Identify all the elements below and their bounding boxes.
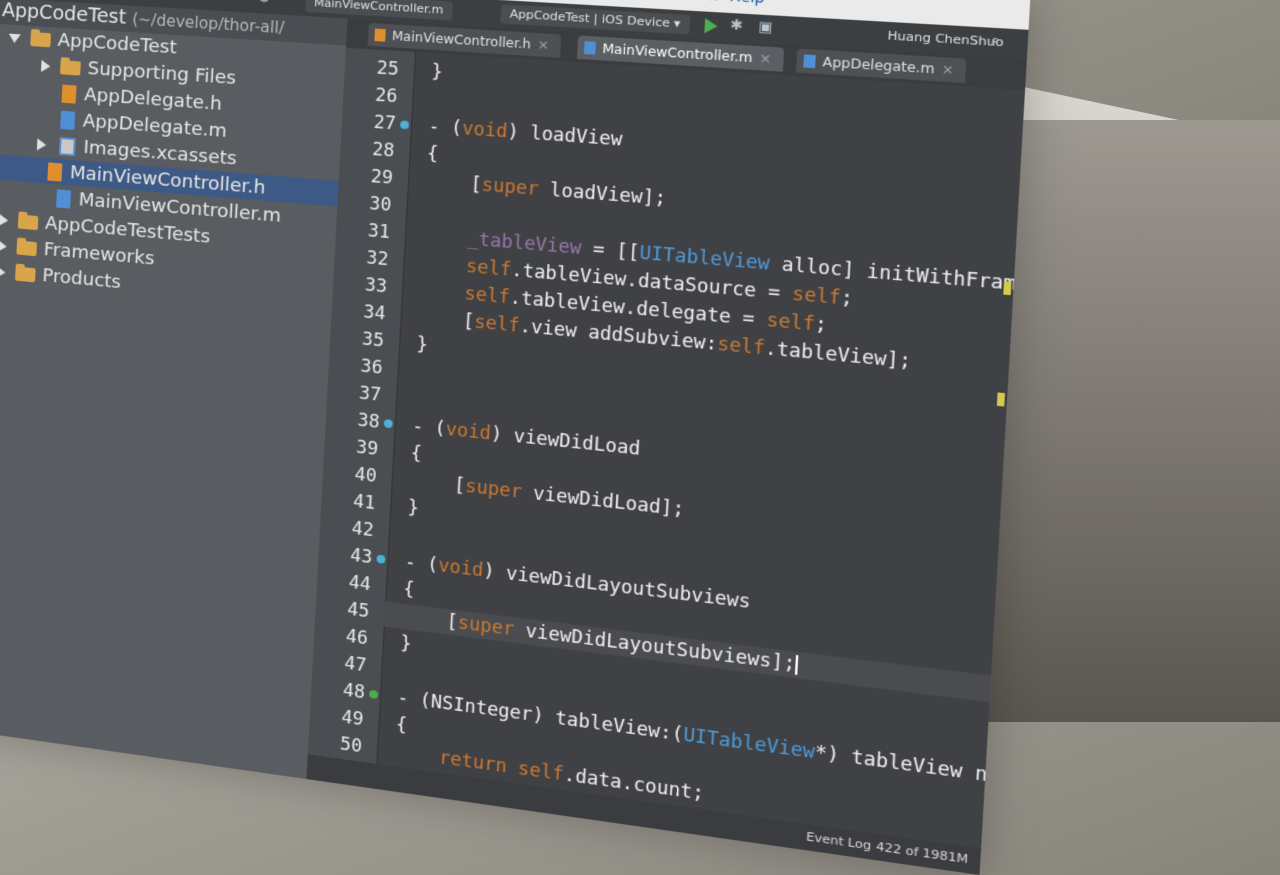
projected-ide-window: efactorRunToolsVCSWindowHelp ⊗ ✛ ⚙ MainV… <box>0 0 1030 875</box>
collapse-arrow-icon[interactable] <box>8 33 20 43</box>
code-line[interactable] <box>429 87 430 112</box>
code-line[interactable] <box>398 658 399 683</box>
code-line[interactable]: [super viewDidLoad]; <box>409 468 685 523</box>
line-number: 26 <box>343 81 398 110</box>
code-line[interactable]: [super loadView]; <box>425 168 667 212</box>
line-number: 44 <box>317 566 372 597</box>
event-log-button[interactable]: Event Log <box>806 830 872 853</box>
code-line[interactable]: [super viewDidLayoutSubviews]; <box>401 604 798 678</box>
folder-icon <box>18 214 39 230</box>
code-area[interactable]: 25} 2627 - (void) loadView 28 {29 [super loa… <box>308 48 1025 849</box>
editor-tab-label: MainViewController.h <box>392 29 532 52</box>
tree-item-label: Products <box>42 265 122 293</box>
close-tab-icon[interactable]: × <box>759 51 772 67</box>
code-line[interactable]: - (void) viewDidLayoutSubviews <box>404 549 751 615</box>
line-number: 43 <box>318 539 373 570</box>
override-marker-icon[interactable] <box>376 554 385 563</box>
source-file-icon <box>56 189 71 208</box>
header-file-icon <box>374 29 385 42</box>
clear-icon[interactable]: ⊗ <box>190 0 202 3</box>
code-line[interactable] <box>423 196 424 221</box>
menu-item-help[interactable]: Help <box>729 0 765 7</box>
line-number: 41 <box>321 486 376 517</box>
expand-arrow-icon[interactable] <box>0 214 8 227</box>
code-line[interactable]: } <box>431 59 444 85</box>
code-line[interactable] <box>414 359 415 384</box>
line-number: 25 <box>344 54 399 83</box>
stop-icon[interactable]: ▣ <box>758 19 773 36</box>
code-line[interactable]: } <box>400 631 412 657</box>
line-number: 45 <box>315 593 370 624</box>
line-number: 39 <box>324 432 379 463</box>
folder-icon <box>16 240 37 256</box>
line-number: 36 <box>328 351 383 381</box>
code-line[interactable]: } <box>407 495 420 521</box>
line-number: 29 <box>338 162 393 191</box>
line-number: 42 <box>319 512 374 543</box>
line-number: 33 <box>333 270 388 300</box>
expand-arrow-icon[interactable] <box>0 266 6 279</box>
close-tab-icon[interactable]: × <box>537 37 549 53</box>
editor-tab-label: AppDelegate.m <box>822 54 935 76</box>
line-number: 37 <box>327 378 382 408</box>
header-file-icon <box>62 85 77 104</box>
code-line[interactable]: { <box>395 712 407 739</box>
editor-tab-label: MainViewController.m <box>602 41 753 65</box>
scroll-marker[interactable] <box>1003 281 1011 295</box>
code-line[interactable]: { <box>426 141 439 167</box>
source-file-icon <box>803 54 816 68</box>
plus-icon[interactable]: ✛ <box>221 0 233 4</box>
folder-icon <box>15 267 36 283</box>
code-line[interactable]: { <box>410 441 423 467</box>
expand-arrow-icon[interactable] <box>37 138 47 151</box>
code-line[interactable]: - (void) viewDidLoad <box>411 414 641 463</box>
code-editor: MainViewController.h × MainViewController.… <box>306 19 1026 875</box>
header-file-icon <box>47 162 62 181</box>
expand-arrow-icon[interactable] <box>0 240 7 253</box>
code-line[interactable]: { <box>403 577 416 603</box>
expand-arrow-icon[interactable] <box>41 60 51 73</box>
line-number: 27 <box>341 108 396 137</box>
line-number: 38 <box>325 405 380 435</box>
line-number: 40 <box>322 459 377 490</box>
line-number: 28 <box>340 135 395 164</box>
search-icon[interactable]: ⌕ <box>990 32 1000 49</box>
menu-item-window[interactable]: Window <box>660 0 720 5</box>
line-number: 34 <box>331 297 386 327</box>
folder-icon <box>30 32 51 47</box>
code-line[interactable] <box>406 522 407 547</box>
user-name[interactable]: Huang ChenShuo <box>887 29 1004 50</box>
line-number: 32 <box>334 243 389 273</box>
source-file-icon <box>584 41 596 55</box>
project-sidebar: ◉ AppCodeTest(~/develop/thor-all/ AppCod… <box>0 0 349 779</box>
implements-marker-icon[interactable] <box>369 690 378 699</box>
debug-icon[interactable]: ✱ <box>730 17 744 34</box>
source-file-icon <box>60 111 75 130</box>
asset-catalog-icon <box>59 137 76 156</box>
scroll-marker[interactable] <box>997 392 1005 406</box>
settings-icon[interactable]: ⚙ <box>258 0 271 7</box>
folder-icon <box>60 60 81 75</box>
code-line[interactable]: } <box>416 332 429 358</box>
line-number: 46 <box>314 620 369 652</box>
code-line[interactable] <box>413 386 414 411</box>
override-marker-icon[interactable] <box>384 419 393 428</box>
line-number: 30 <box>337 189 392 218</box>
close-tab-icon[interactable]: × <box>941 62 954 78</box>
override-marker-icon[interactable] <box>400 120 409 129</box>
line-number: 31 <box>336 216 391 245</box>
run-icon[interactable] <box>704 18 718 34</box>
code-line[interactable]: - (void) loadView <box>428 114 623 153</box>
line-number: 35 <box>330 324 385 354</box>
